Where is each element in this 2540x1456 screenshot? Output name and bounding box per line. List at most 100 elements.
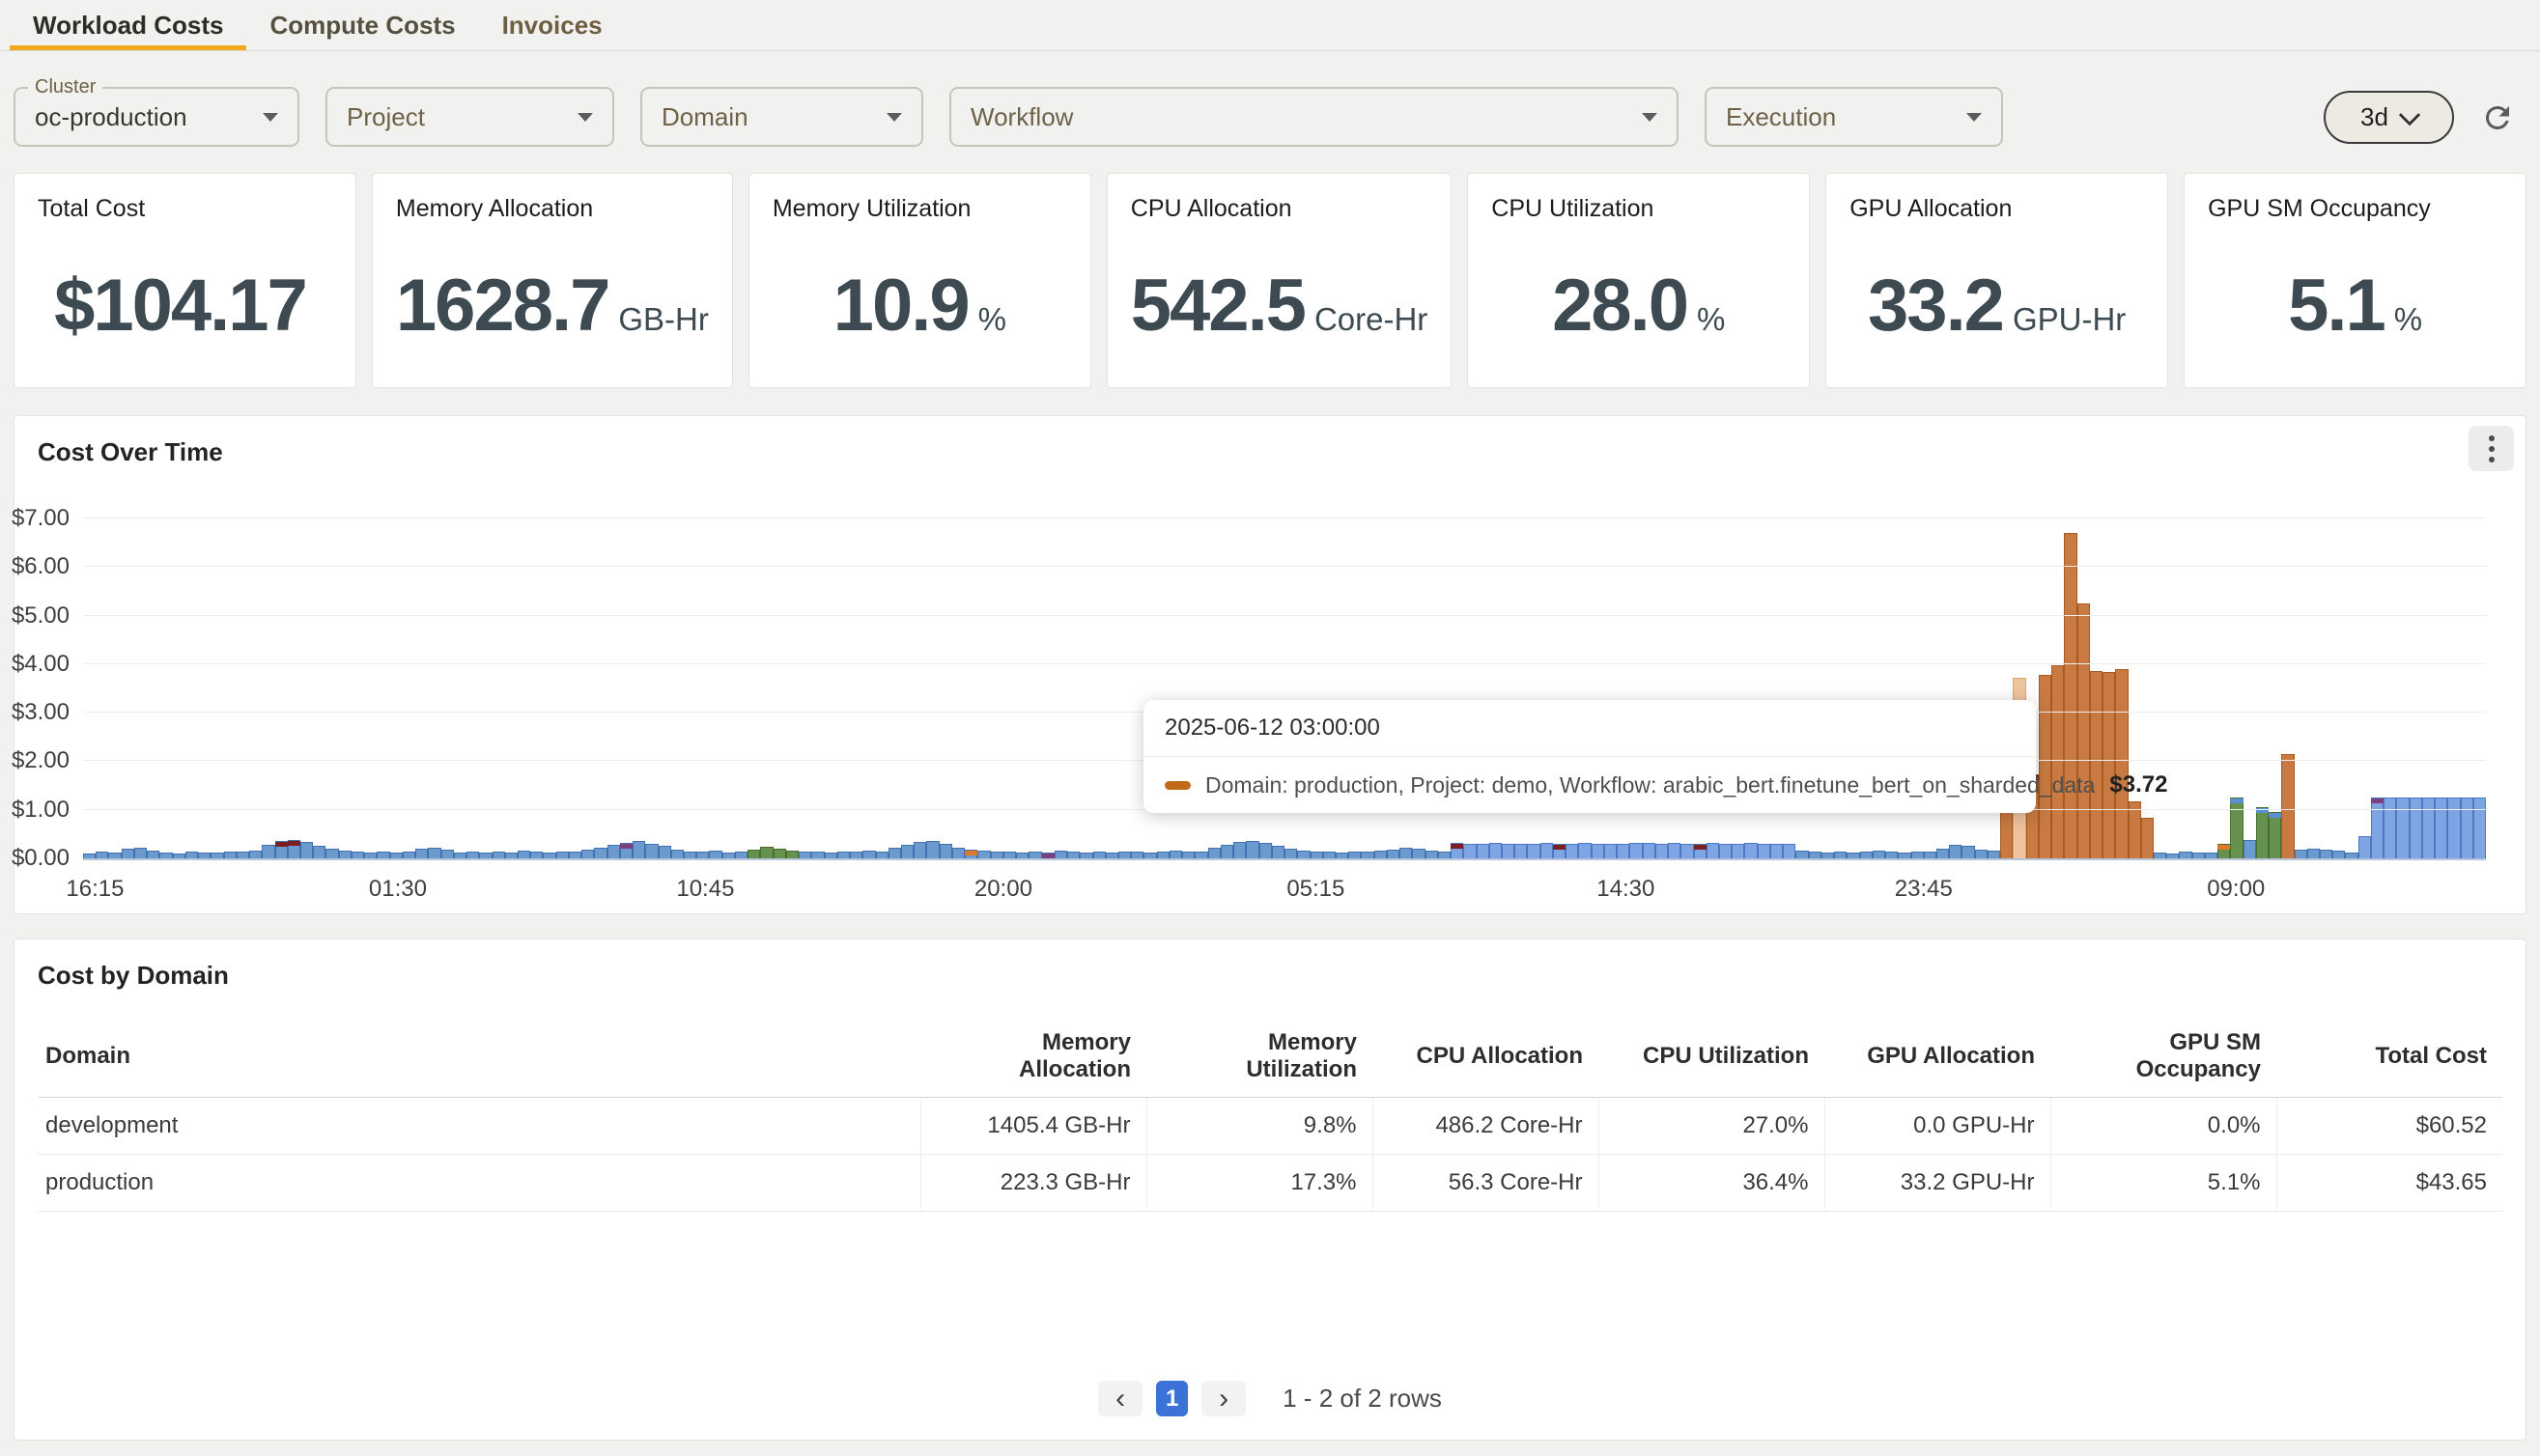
chart-bar[interactable] xyxy=(1680,844,1693,858)
chart-bar[interactable] xyxy=(1617,844,1629,858)
chart-bar[interactable] xyxy=(722,853,735,858)
chart-bar[interactable] xyxy=(1029,852,1041,858)
chart-bar[interactable] xyxy=(518,851,530,858)
chart-bar[interactable] xyxy=(1604,844,1617,858)
chart-bar[interactable] xyxy=(2320,850,2332,858)
chart-bar[interactable] xyxy=(2371,798,2384,858)
chart-bar[interactable] xyxy=(1067,852,1080,858)
chart-bar[interactable] xyxy=(696,852,709,858)
chart-bar[interactable] xyxy=(1246,841,1258,858)
chart-bar[interactable] xyxy=(2256,807,2269,858)
chart-bar[interactable] xyxy=(454,853,466,858)
chart-bar[interactable] xyxy=(2166,854,2179,858)
chart-bar[interactable] xyxy=(275,841,288,858)
chart-bar[interactable] xyxy=(2115,669,2128,858)
chart-bar[interactable] xyxy=(415,849,428,858)
chart-bar[interactable] xyxy=(1042,853,1055,858)
chart-bar[interactable] xyxy=(2103,672,2115,858)
chart-bar[interactable] xyxy=(645,844,658,858)
chart-bar[interactable] xyxy=(594,848,607,858)
chart-bar[interactable] xyxy=(1758,844,1770,858)
chart-bar[interactable] xyxy=(1578,843,1591,858)
chart-bar[interactable] xyxy=(403,852,415,858)
chart-bar[interactable] xyxy=(505,853,518,858)
chart-bar[interactable] xyxy=(2141,818,2154,858)
chart-bar[interactable] xyxy=(1463,844,1476,858)
chart-bar[interactable] xyxy=(185,852,198,858)
chart-bar[interactable] xyxy=(1783,844,1795,858)
chart-bar[interactable] xyxy=(1489,843,1502,858)
tab-workload-costs[interactable]: Workload Costs xyxy=(10,0,246,50)
chart-bar[interactable] xyxy=(325,849,338,858)
domain-select[interactable]: Domain xyxy=(640,87,923,147)
chart-bar[interactable] xyxy=(760,847,773,858)
chart-bar[interactable] xyxy=(556,852,569,858)
chart-bar[interactable] xyxy=(774,849,786,858)
chart-bar[interactable] xyxy=(224,852,237,858)
chart-bar[interactable] xyxy=(2410,798,2422,858)
chart-bar[interactable] xyxy=(1451,843,1463,858)
chart-bar[interactable] xyxy=(1949,845,1961,858)
chart-bar[interactable] xyxy=(1412,849,1425,858)
chart-bar[interactable] xyxy=(1170,851,1182,858)
chart-bar[interactable] xyxy=(1399,848,1412,858)
chart-bar[interactable] xyxy=(940,844,952,858)
chart-bar[interactable] xyxy=(1643,843,1655,858)
chart-bar[interactable] xyxy=(1668,843,1680,858)
chart-bar[interactable] xyxy=(198,853,211,858)
chart-bar[interactable] xyxy=(1157,852,1170,858)
chart-bar[interactable] xyxy=(671,850,684,858)
chart-bar[interactable] xyxy=(249,851,262,858)
chart-bar[interactable] xyxy=(1770,844,1783,858)
chart-bar[interactable] xyxy=(2192,853,2205,858)
chart-bar[interactable] xyxy=(2205,853,2217,858)
chart-bar[interactable] xyxy=(735,852,748,858)
chart-bar[interactable] xyxy=(530,852,543,858)
chart-bar[interactable] xyxy=(2051,665,2064,858)
chart-bar[interactable] xyxy=(2230,798,2243,858)
chart-bar[interactable] xyxy=(811,852,824,858)
chart-bar[interactable] xyxy=(2179,852,2191,858)
chart-bar[interactable] xyxy=(786,851,799,858)
chart-bar[interactable] xyxy=(684,852,696,858)
chart-bar[interactable] xyxy=(2384,798,2396,858)
chart-bar[interactable] xyxy=(1873,851,1885,858)
chart-bar[interactable] xyxy=(2447,798,2460,858)
chart-bar[interactable] xyxy=(1860,852,1873,858)
chart-bar[interactable] xyxy=(1425,851,1438,858)
chart-bar[interactable] xyxy=(1821,853,1834,858)
chart-bar[interactable] xyxy=(965,850,977,858)
chart-bar[interactable] xyxy=(1182,852,1195,858)
chart-bar[interactable] xyxy=(569,852,581,858)
chart-bar[interactable] xyxy=(173,854,185,858)
chart-bar[interactable] xyxy=(1080,853,1092,858)
execution-select[interactable]: Execution xyxy=(1705,87,2003,147)
chart-bar[interactable] xyxy=(1003,852,1016,858)
chart-bar[interactable] xyxy=(1016,853,1029,858)
chart-bar[interactable] xyxy=(83,854,96,858)
chart-bar[interactable] xyxy=(709,851,721,858)
chart-bar[interactable] xyxy=(889,848,901,858)
chart-bar[interactable] xyxy=(1272,846,1284,858)
chart-bar[interactable] xyxy=(1259,843,1272,858)
chart-bar[interactable] xyxy=(1911,852,1924,858)
chart-bar[interactable] xyxy=(262,845,274,858)
chart-bar[interactable] xyxy=(2154,853,2166,858)
chart-bar[interactable] xyxy=(1732,844,1744,858)
chart-bar[interactable] xyxy=(659,846,671,858)
chart-bar[interactable] xyxy=(2332,851,2345,858)
chart-bar[interactable] xyxy=(441,850,454,858)
chart-bar[interactable] xyxy=(390,853,403,858)
chart-bar[interactable] xyxy=(2269,812,2281,858)
chart-bar[interactable] xyxy=(1284,849,1297,858)
chart-bar[interactable] xyxy=(748,850,760,858)
pagination-next-button[interactable]: › xyxy=(1201,1381,1246,1416)
chart-bar[interactable] xyxy=(543,853,555,858)
pagination-prev-button[interactable]: ‹ xyxy=(1098,1381,1143,1416)
chart-bar[interactable] xyxy=(862,851,875,858)
chart-bar[interactable] xyxy=(2217,844,2230,858)
chart-bar[interactable] xyxy=(1361,852,1373,858)
chart-bar[interactable] xyxy=(1975,850,1988,858)
chart-bar[interactable] xyxy=(1898,853,1910,858)
chart-bar[interactable] xyxy=(377,852,389,858)
